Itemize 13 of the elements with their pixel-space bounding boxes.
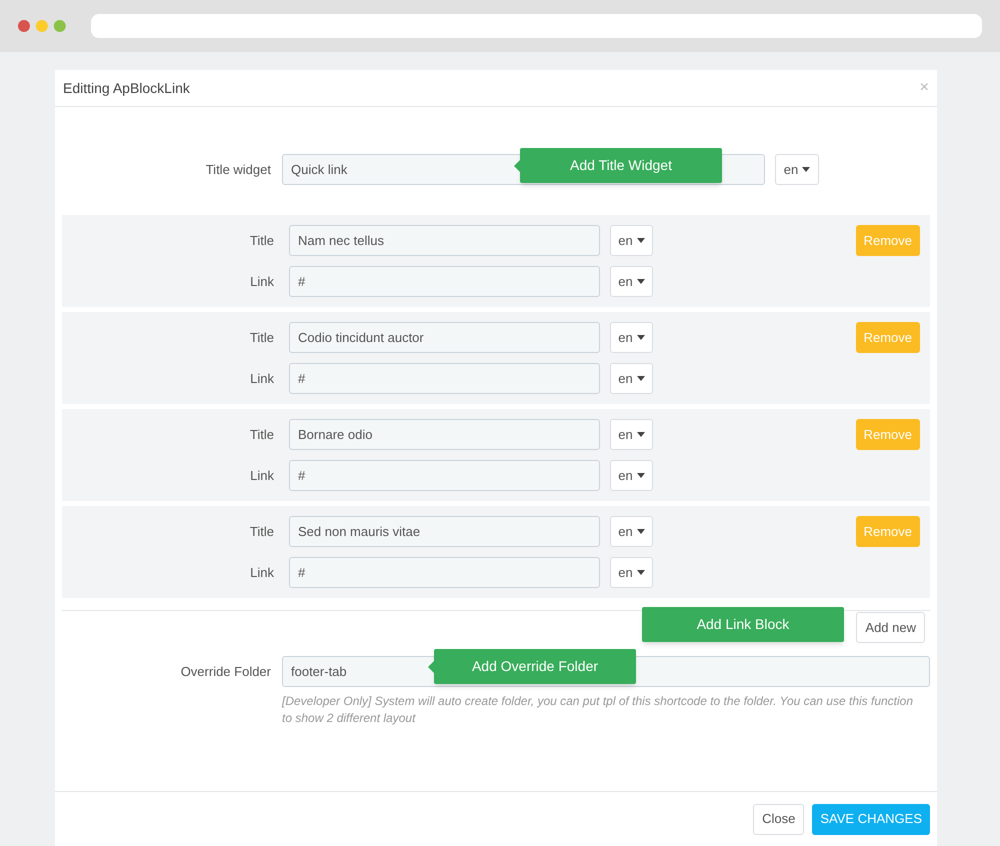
modal-title: Editting ApBlockLink <box>63 78 190 98</box>
field-label: Link <box>249 564 274 582</box>
field-label: Title <box>248 426 274 444</box>
field-label: Title <box>248 522 274 541</box>
field-label: Title <box>248 328 274 347</box>
field-label: Link <box>249 466 274 485</box>
field-label: Override Folder <box>180 662 271 681</box>
help-text: [Developer Only] System will auto create folder, you can put tpl of this shortcode to the folder. You can use this function to show 2 different layout <box>282 693 914 727</box>
field-label: Title widget <box>204 160 271 179</box>
field-label: Link <box>249 272 274 291</box>
field-label: Title <box>248 232 274 250</box>
tooltip: Add Link Block <box>642 607 844 642</box>
field-label: Link <box>249 370 274 388</box>
